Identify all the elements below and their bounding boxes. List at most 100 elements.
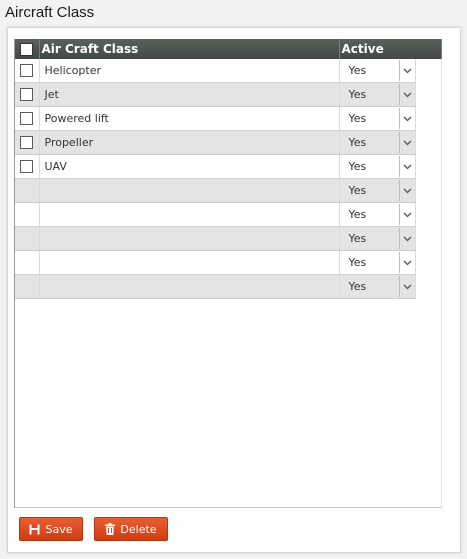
aircraft-class-name: UAV [44, 160, 67, 173]
table-row[interactable]: Yes [15, 274, 441, 299]
row-select-cell [15, 178, 40, 203]
aircraft-class-name: Powered lift [44, 112, 109, 125]
active-dropdown-button[interactable] [398, 84, 415, 105]
grid-filler-cell [415, 130, 441, 155]
save-button[interactable]: Save [19, 517, 83, 541]
chevron-down-icon [403, 284, 411, 289]
select-all-checkbox[interactable] [20, 43, 34, 56]
grid-filler-cell [415, 178, 441, 203]
grid-header-row: Air Craft Class Active [15, 39, 442, 59]
floppy-disk-icon [29, 524, 40, 535]
row-select-cell [15, 154, 40, 179]
aircraft-class-cell[interactable]: Jet [39, 82, 340, 107]
aircraft-class-cell[interactable]: Powered lift [39, 106, 340, 131]
active-value: Yes [348, 136, 367, 149]
active-cell[interactable]: Yes [339, 154, 416, 179]
row-checkbox[interactable] [20, 160, 34, 174]
delete-button-label: Delete [120, 522, 157, 536]
aircraft-class-cell[interactable]: UAV [39, 154, 340, 179]
active-cell[interactable]: Yes [339, 59, 416, 83]
active-dropdown-button[interactable] [398, 132, 415, 153]
row-checkbox[interactable] [20, 64, 34, 78]
row-checkbox[interactable] [20, 88, 34, 102]
aircraft-class-cell[interactable] [39, 226, 340, 251]
active-dropdown-button[interactable] [398, 156, 415, 177]
active-value: Yes [348, 88, 367, 101]
active-cell[interactable]: Yes [339, 202, 416, 227]
grid-filler-cell [415, 59, 441, 83]
aircraft-class-cell[interactable]: Propeller [39, 130, 340, 155]
aircraft-class-cell[interactable] [39, 274, 340, 299]
row-checkbox[interactable] [20, 136, 34, 150]
chevron-down-icon [403, 164, 411, 169]
row-select-cell [15, 106, 40, 131]
grid-filler-cell [415, 274, 441, 299]
active-value: Yes [348, 64, 367, 77]
aircraft-class-cell[interactable] [39, 250, 340, 275]
active-dropdown-button[interactable] [398, 108, 415, 129]
table-row[interactable]: Jet Yes [15, 82, 441, 107]
delete-button[interactable]: Delete [94, 517, 168, 541]
active-dropdown-button[interactable] [398, 228, 415, 249]
aircraft-class-name: Propeller [44, 136, 94, 149]
active-cell[interactable]: Yes [339, 130, 416, 155]
table-row[interactable]: Yes [15, 226, 441, 251]
aircraft-class-name [40, 280, 45, 293]
table-row[interactable]: UAV Yes [15, 154, 441, 179]
column-header-name[interactable]: Air Craft Class [39, 39, 340, 59]
row-checkbox[interactable] [20, 112, 34, 126]
table-row[interactable]: Yes [15, 202, 441, 227]
row-select-cell [15, 130, 40, 155]
active-cell[interactable]: Yes [339, 274, 416, 299]
aircraft-class-name [40, 184, 45, 197]
row-select-cell [15, 226, 40, 251]
active-dropdown-button[interactable] [398, 252, 415, 273]
chevron-down-icon [403, 212, 411, 217]
aircraft-class-name: Jet [44, 88, 59, 101]
active-cell[interactable]: Yes [339, 82, 416, 107]
grid-filler-cell [415, 154, 441, 179]
active-value: Yes [348, 160, 367, 173]
grid-filler-cell [415, 202, 441, 227]
page-title: Aircraft Class [5, 4, 95, 21]
chevron-down-icon [403, 140, 411, 145]
active-dropdown-button[interactable] [398, 60, 415, 81]
chevron-down-icon [403, 68, 411, 73]
content-panel: Air Craft Class Active Helicopter Yes Jet Y… [7, 27, 461, 553]
active-value: Yes [348, 208, 367, 221]
active-cell[interactable]: Yes [339, 178, 416, 203]
save-button-label: Save [45, 522, 73, 536]
active-cell[interactable]: Yes [339, 226, 416, 251]
grid-body: Helicopter Yes Jet Yes Powered lift Yes Propel… [15, 59, 441, 299]
select-all-header [15, 39, 40, 59]
aircraft-class-grid: Air Craft Class Active Helicopter Yes Jet Y… [15, 39, 442, 299]
aircraft-class-cell[interactable] [39, 202, 340, 227]
aircraft-class-cell[interactable]: Helicopter [39, 59, 340, 83]
table-row[interactable]: Helicopter Yes [15, 59, 441, 83]
table-row[interactable]: Powered lift Yes [15, 106, 441, 131]
aircraft-class-cell[interactable] [39, 178, 340, 203]
aircraft-class-name [40, 208, 45, 221]
row-select-cell [15, 59, 40, 83]
row-select-cell [15, 250, 40, 275]
table-row[interactable]: Yes [15, 178, 441, 203]
active-cell[interactable]: Yes [339, 250, 416, 275]
chevron-down-icon [403, 188, 411, 193]
active-cell[interactable]: Yes [339, 106, 416, 131]
table-row[interactable]: Yes [15, 250, 441, 275]
row-select-cell [15, 82, 40, 107]
table-row[interactable]: Propeller Yes [15, 130, 441, 155]
aircraft-class-name [40, 256, 45, 269]
active-value: Yes [348, 184, 367, 197]
chevron-down-icon [403, 236, 411, 241]
active-value: Yes [348, 256, 367, 269]
trash-icon [105, 523, 116, 535]
active-dropdown-button[interactable] [398, 204, 415, 225]
active-dropdown-button[interactable] [398, 276, 415, 297]
column-header-active[interactable]: Active [339, 39, 442, 59]
active-dropdown-button[interactable] [398, 180, 415, 201]
grid-filler-cell [415, 250, 441, 275]
aircraft-class-name: Helicopter [44, 64, 102, 77]
aircraft-class-name [40, 232, 45, 245]
grid-filler-cell [415, 226, 441, 251]
